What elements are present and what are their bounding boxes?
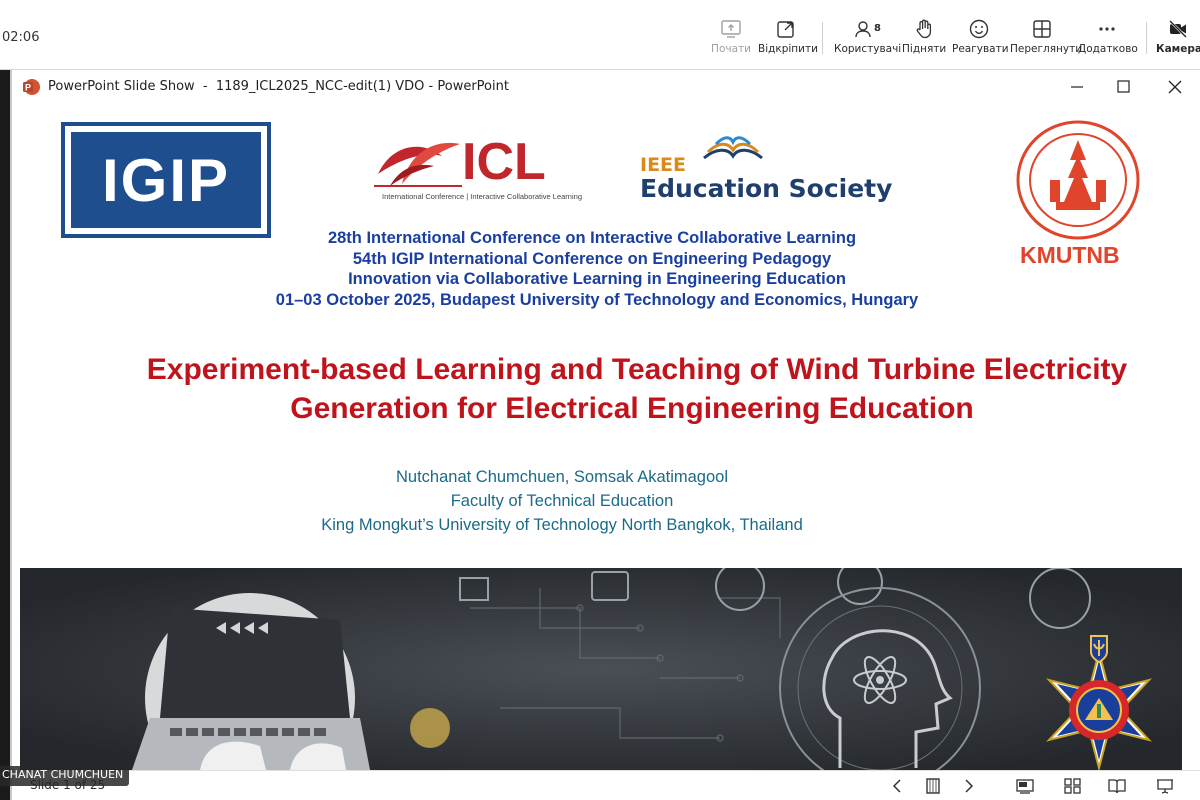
paper-title-line: Experiment-based Learning and Teaching o… — [146, 353, 1128, 386]
slideshow-footer: Slide 1 of 25 — [12, 770, 1200, 800]
raise-hand-button[interactable]: Підняти — [902, 18, 946, 55]
ieee-education-society-logo: IEEE Education Society — [640, 132, 892, 212]
svg-text:P: P — [25, 83, 31, 93]
chevron-left-icon — [892, 779, 901, 793]
presenter-view-icon — [1016, 779, 1034, 794]
notes-icon — [926, 778, 940, 794]
camera-off-icon — [1169, 20, 1187, 38]
share-label: Почати — [711, 43, 751, 55]
grid-icon — [1064, 778, 1081, 794]
presenter-view-button[interactable] — [1012, 775, 1038, 797]
view-grid-icon — [1033, 20, 1051, 38]
participant-name-tag: CHANAT CHUMCHUEN — [0, 766, 130, 786]
conference-line: 01–03 October 2025, Budapest University … — [275, 290, 919, 309]
authors-block: Nutchanat Chumchuen, Somsak Akatimagool … — [12, 465, 1112, 537]
open-book-icon — [703, 136, 763, 160]
share-button[interactable]: Почати — [710, 18, 752, 55]
reading-view-button[interactable] — [1104, 775, 1130, 797]
conference-line: 54th IGIP International Conference on En… — [352, 249, 832, 268]
icl-leaves-icon — [374, 142, 462, 187]
view-label: Переглянути — [1010, 43, 1083, 55]
people-label: Користувачі — [834, 43, 902, 55]
previous-slide-button[interactable] — [884, 775, 910, 797]
slideshow-view-button[interactable] — [1152, 775, 1178, 797]
react-button[interactable]: Реагувати — [952, 18, 1009, 55]
raise-hand-label: Підняти — [902, 43, 947, 55]
people-count: 8 — [874, 23, 881, 34]
meeting-timer: 02:06 — [2, 30, 40, 45]
education-society-text: Education Society — [640, 174, 893, 203]
igip-logo: IGIP — [61, 122, 271, 238]
more-button[interactable]: Додатково — [1078, 18, 1138, 55]
paper-title-line: Generation for Electrical Engineering Ed… — [290, 392, 974, 425]
window-title: PowerPoint Slide Show - 1189_ICL2025_NCC… — [48, 79, 509, 94]
hand-icon — [916, 19, 932, 39]
igip-logo-text: IGIP — [101, 146, 231, 214]
people-button[interactable]: 8 Користувачі — [834, 18, 901, 55]
react-label: Реагувати — [952, 43, 1009, 55]
author-university: King Mongkut’s University of Technology … — [321, 516, 803, 534]
see-all-slides-button[interactable] — [1060, 775, 1086, 797]
icl-logo-text: ICL — [462, 133, 546, 191]
conference-line: 28th International Conference on Interac… — [327, 229, 857, 247]
more-icon — [1099, 27, 1115, 31]
toolbar-divider — [822, 22, 823, 54]
banner-image — [20, 568, 1182, 770]
camera-label: Камера — [1156, 43, 1200, 55]
technology-illustration — [20, 568, 1182, 770]
conference-line: Innovation via Collaborative Learning in… — [348, 270, 846, 288]
author-faculty: Faculty of Technical Education — [450, 492, 674, 510]
meeting-toolbar: 02:06 Почати Відкріпити 8 Користувачі Пі… — [0, 0, 1200, 70]
popout-icon — [777, 21, 794, 38]
icl-logo: ICL International Conference | Interacti… — [372, 132, 587, 202]
next-slide-button[interactable] — [956, 775, 982, 797]
emoji-icon — [969, 19, 989, 39]
slide: IGIP ICL International Conference | Inte… — [12, 108, 1200, 770]
powerpoint-window: P PowerPoint Slide Show - 1189_ICL2025_N… — [10, 70, 1200, 800]
minimize-icon[interactable] — [1062, 76, 1092, 98]
projector-screen-icon — [1157, 779, 1173, 794]
view-button[interactable]: Переглянути — [1010, 18, 1082, 55]
more-label: Додатково — [1078, 43, 1138, 55]
window-titlebar: P PowerPoint Slide Show - 1189_ICL2025_N… — [12, 70, 1200, 104]
icl-logo-subtitle: International Conference | Interactive C… — [382, 192, 582, 201]
share-screen-icon — [721, 20, 741, 38]
slide-menu-button[interactable] — [920, 775, 946, 797]
maximize-icon[interactable] — [1108, 76, 1138, 98]
university-emblem-logo — [1045, 635, 1153, 770]
popout-button[interactable]: Відкріпити — [758, 18, 818, 55]
author-names: Nutchanat Chumchuen, Somsak Akatimagool — [395, 468, 728, 486]
camera-button[interactable]: Камера — [1156, 18, 1200, 55]
book-icon — [1108, 779, 1126, 794]
popout-label: Відкріпити — [758, 43, 818, 55]
ieee-text: IEEE — [640, 154, 687, 176]
conference-info: 28th International Conference on Interac… — [12, 228, 1200, 310]
kmutnb-seal-icon — [1016, 120, 1140, 240]
close-icon[interactable] — [1160, 76, 1190, 98]
toolbar-divider — [1146, 22, 1147, 54]
paper-title: Experiment-based Learning and Teaching o… — [12, 350, 1200, 428]
chevron-right-icon — [965, 779, 974, 793]
people-icon — [855, 21, 871, 38]
powerpoint-logo-icon: P — [23, 79, 40, 95]
